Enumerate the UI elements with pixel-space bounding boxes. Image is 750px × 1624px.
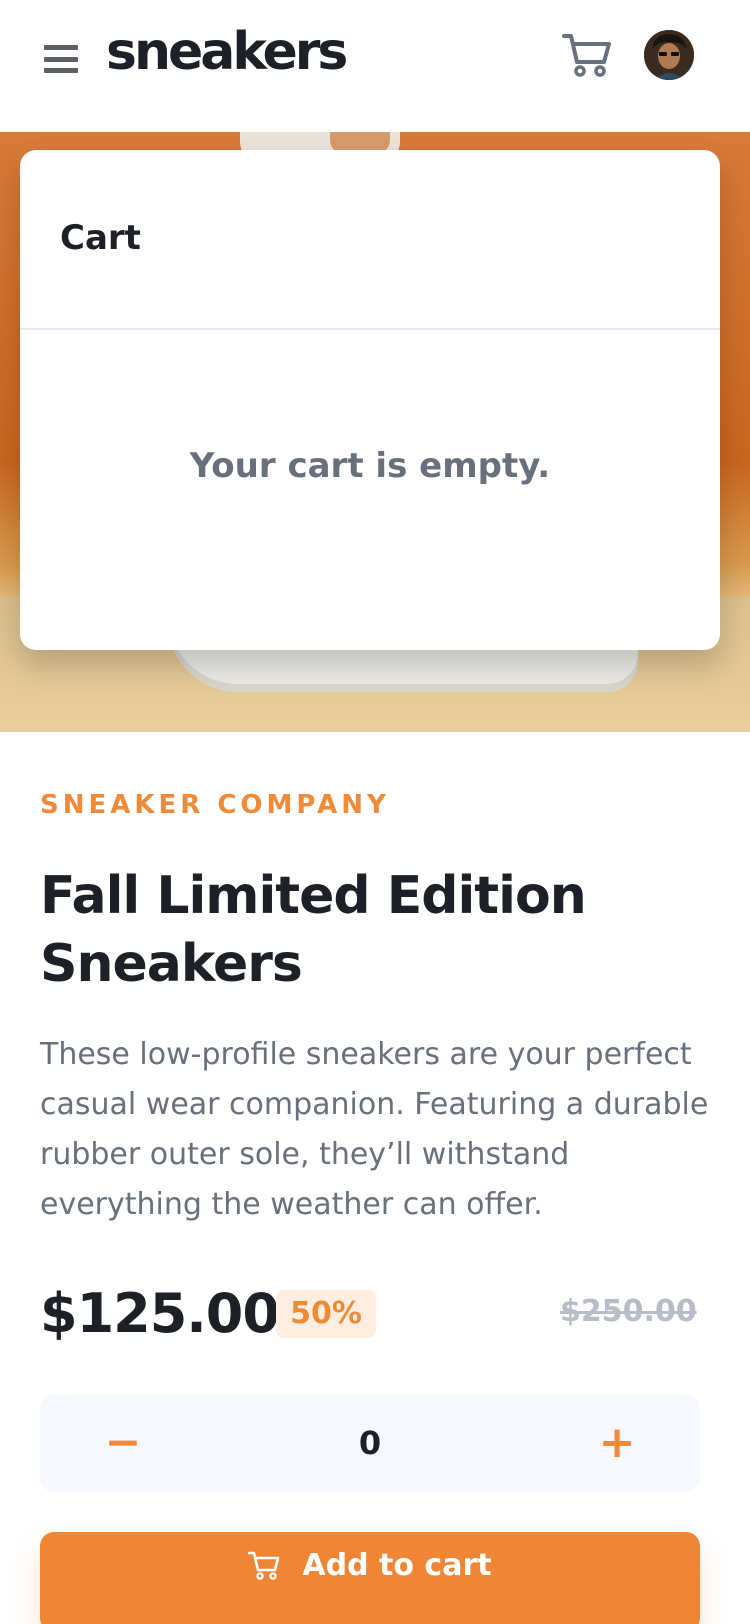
cart-divider [20, 328, 720, 330]
discount-badge: 50% [276, 1290, 376, 1338]
add-to-cart-button[interactable]: Add to cart [40, 1532, 700, 1624]
product-page: sneakers Cart Your cart is empty. SNEAKE… [0, 0, 750, 1624]
menu-icon-bar [44, 45, 78, 50]
increase-quantity-button[interactable]: + [592, 1418, 642, 1468]
menu-icon[interactable] [44, 42, 78, 76]
menu-icon-bar [44, 68, 78, 73]
cart-icon [248, 1551, 280, 1580]
quantity-stepper: − 0 + [40, 1394, 700, 1492]
company-label: SNEAKER COMPANY [40, 790, 390, 820]
cart-icon[interactable] [562, 32, 612, 78]
current-price: $125.00 [40, 1282, 280, 1345]
avatar[interactable] [644, 30, 694, 80]
product-title: Fall Limited Edition Sneakers [40, 866, 587, 994]
logo[interactable]: sneakers [106, 22, 348, 82]
quantity-value: 0 [358, 1424, 382, 1462]
cart-panel: Cart Your cart is empty. [20, 150, 720, 650]
cart-title: Cart [60, 218, 141, 258]
top-header: sneakers [0, 0, 750, 132]
product-description: These low-profile sneakers are your perf… [40, 1037, 709, 1222]
original-price: $250.00 [560, 1294, 697, 1329]
decrease-quantity-button[interactable]: − [98, 1418, 148, 1468]
menu-icon-bar [44, 56, 78, 62]
cart-empty-message: Your cart is empty. [189, 446, 551, 486]
add-to-cart-label: Add to cart [302, 1547, 492, 1583]
